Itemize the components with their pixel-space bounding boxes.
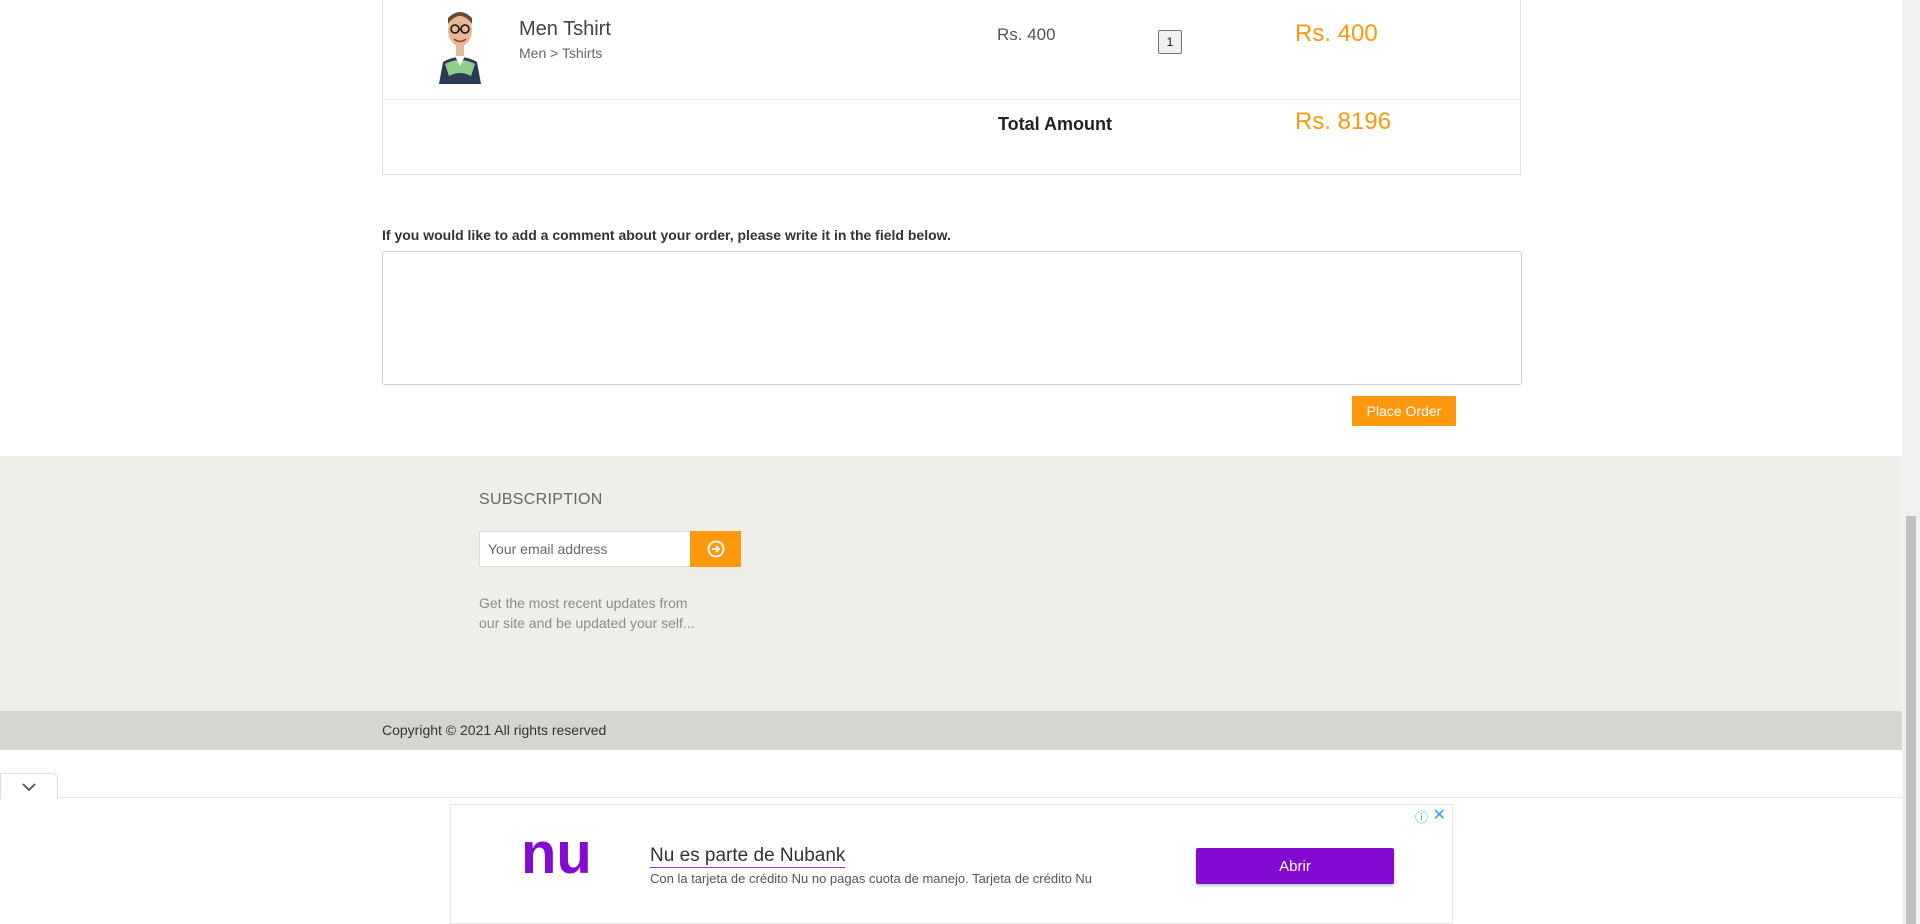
vertical-scrollbar[interactable] (1902, 0, 1920, 924)
product-name[interactable]: Men Tshirt (519, 18, 611, 41)
cart-row: Men Tshirt Men > Tshirts Rs. 400 1 Rs. 4… (383, 0, 1520, 100)
subscription-title: SUBSCRIPTION (479, 491, 603, 508)
quantity-box[interactable]: 1 (1158, 30, 1182, 54)
order-comment-textarea[interactable] (382, 251, 1522, 385)
ad-open-button[interactable]: Abrir (1196, 848, 1394, 884)
line-total: Rs. 400 (1295, 20, 1378, 47)
comment-label: If you would like to add a comment about… (382, 227, 951, 243)
footer-subscription-area: SUBSCRIPTION Get the most recent updates… (0, 456, 1902, 711)
ad-divider (0, 797, 1902, 798)
total-amount-label: Total Amount (998, 114, 1112, 134)
nubank-logo-text: nu (521, 831, 592, 881)
cart-table: Men Tshirt Men > Tshirts Rs. 400 1 Rs. 4… (382, 0, 1521, 175)
product-image[interactable] (435, 4, 485, 84)
subscribe-button[interactable] (690, 531, 741, 567)
checkout-page: Men Tshirt Men > Tshirts Rs. 400 1 Rs. 4… (0, 0, 1902, 924)
subscription-description: Get the most recent updates from our sit… (479, 593, 709, 633)
ad-description: Con la tarjeta de crédito Nu no pagas cu… (650, 871, 1093, 886)
arrow-circle-right-icon (707, 540, 724, 558)
footer-bottom: Copyright © 2021 All rights reserved (0, 711, 1902, 750)
ad-banner[interactable]: ⓘ ✕ nu Nu es parte de Nubank Con la tarj… (450, 804, 1453, 924)
product-price: Rs. 400 (997, 25, 1056, 44)
place-order-button[interactable]: Place Order (1352, 396, 1456, 426)
chevron-down-icon (22, 782, 36, 791)
ad-title[interactable]: Nu es parte de Nubank (650, 845, 846, 868)
nubank-logo[interactable]: nu (521, 831, 601, 881)
subscription-email-input[interactable] (479, 531, 691, 567)
ad-info-icon[interactable]: ⓘ (1415, 807, 1428, 826)
subscription-description-line: Get the most recent updates from (479, 595, 688, 611)
product-category: Men > Tshirts (519, 45, 603, 61)
subscription-description-line: our site and be updated your self... (479, 615, 695, 631)
ad-close-icon[interactable]: ✕ (1433, 805, 1446, 825)
copyright-text: Copyright © 2021 All rights reserved (382, 722, 607, 738)
total-amount-value: Rs. 8196 (1295, 108, 1392, 135)
ad-collapse-tab[interactable] (0, 773, 58, 799)
scrollbar-thumb[interactable] (1906, 516, 1916, 924)
